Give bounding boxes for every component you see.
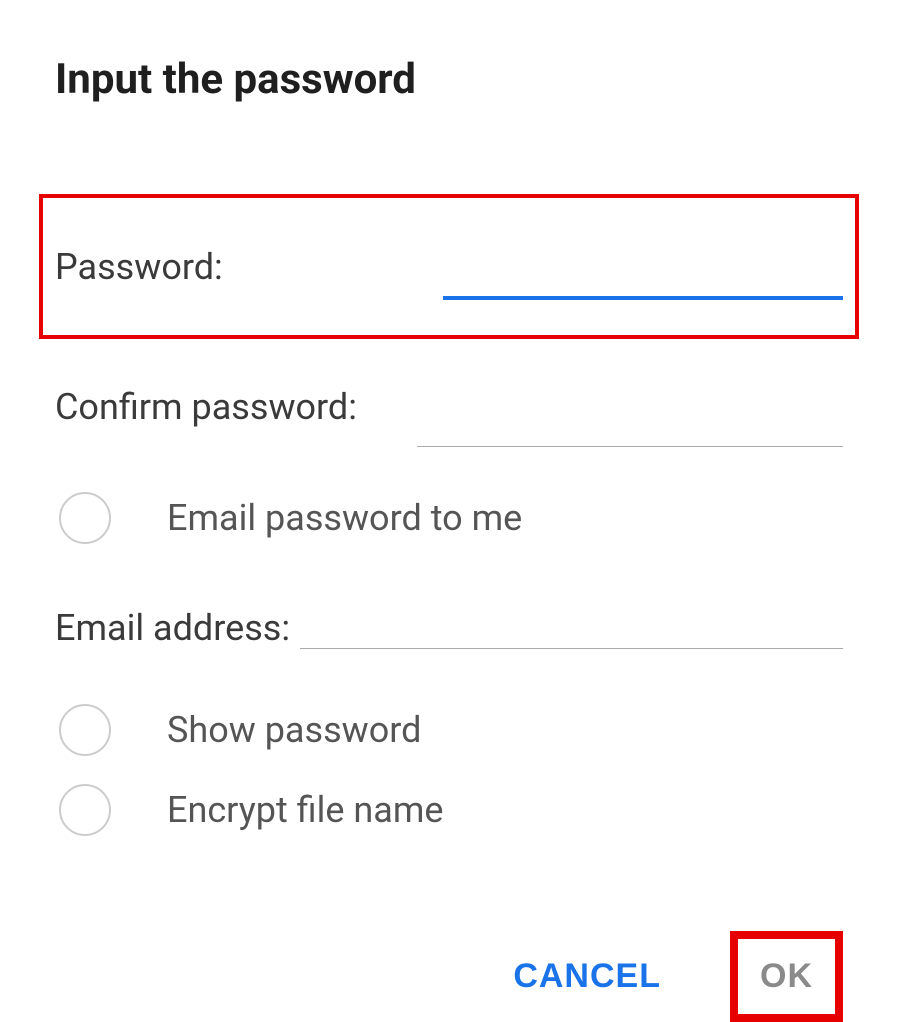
- ok-button[interactable]: OK: [760, 957, 813, 996]
- email-address-input-wrap: [300, 597, 843, 649]
- email-password-radio[interactable]: [59, 492, 111, 544]
- dialog-title: Input the password: [55, 55, 843, 104]
- email-address-input[interactable]: [300, 597, 843, 649]
- encrypt-filename-label[interactable]: Encrypt file name: [167, 789, 444, 831]
- email-password-label[interactable]: Email password to me: [167, 497, 522, 539]
- encrypt-filename-row: Encrypt file name: [55, 784, 843, 836]
- cancel-button[interactable]: CANCEL: [509, 947, 665, 1006]
- ok-button-highlight: OK: [730, 931, 843, 1022]
- show-password-label[interactable]: Show password: [167, 709, 421, 751]
- show-password-row: Show password: [55, 704, 843, 756]
- email-address-label: Email address:: [55, 607, 290, 649]
- password-label: Password:: [55, 246, 223, 288]
- encrypt-filename-radio[interactable]: [59, 784, 111, 836]
- dialog-button-bar: CANCEL OK: [55, 931, 843, 1022]
- confirm-password-input-wrap: [417, 395, 843, 447]
- email-address-row: Email address:: [55, 569, 843, 649]
- password-input-wrap: [443, 245, 843, 300]
- email-password-row: Email password to me: [55, 492, 843, 544]
- password-row-highlight: Password:: [39, 194, 859, 339]
- confirm-password-row: Confirm password:: [55, 367, 843, 447]
- show-password-radio[interactable]: [59, 704, 111, 756]
- confirm-password-input[interactable]: [417, 395, 843, 447]
- confirm-password-label: Confirm password:: [55, 386, 357, 428]
- password-input[interactable]: [443, 245, 843, 300]
